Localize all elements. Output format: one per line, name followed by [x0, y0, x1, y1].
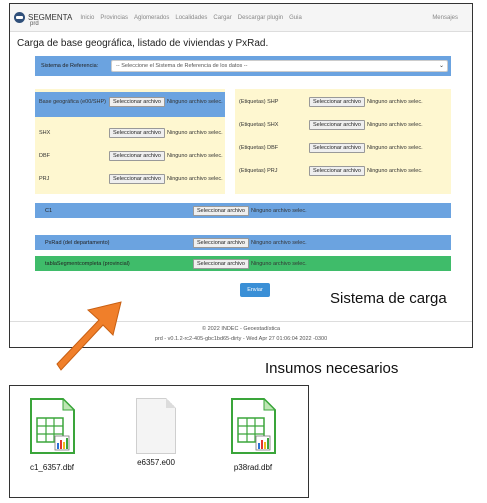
arrow-up-right-icon: [56, 301, 122, 371]
file-item-p38rad[interactable]: p38rad.dbf: [223, 397, 283, 472]
file-status-etq-prj: Ninguno archivo selec.: [367, 168, 423, 174]
spreadsheet-icon: [30, 397, 76, 454]
file-status-base: Ninguno archivo selec.: [167, 99, 223, 105]
nav-link-provincias[interactable]: Provincias: [100, 15, 128, 21]
generic-file-icon: [136, 398, 176, 454]
reference-system-row: Sistema de Referencia: -- Seleccione el …: [35, 56, 451, 76]
file-label-etq-shp: (Etiquetas) SHP: [239, 98, 279, 105]
file-status-etq-shp: Ninguno archivo selec.: [367, 99, 423, 105]
pxrad-file-status: Ninguno archivo selec.: [251, 239, 307, 246]
caption-sistema-de-carga: Sistema de carga: [330, 290, 447, 307]
file-button-etq-dbf[interactable]: Seleccionar archivo: [309, 143, 365, 153]
file-status-dbf: Ninguno archivo selec.: [167, 153, 223, 159]
c1-label: C1: [45, 207, 53, 214]
file-label-etq-shx: (Etiquetas) SHX: [239, 121, 279, 128]
pxrad-row: PxRad (del departamento) Seleccionar arc…: [35, 235, 451, 250]
file-row-etq-shx: (Etiquetas) SHX Seleccionar archivo Ning…: [239, 120, 423, 130]
file-button-etq-shx[interactable]: Seleccionar archivo: [309, 120, 365, 130]
submit-button[interactable]: Enviar: [240, 283, 270, 297]
file-label-prj: PRJ: [39, 175, 50, 182]
file-row-etq-dbf: (Etiquetas) DBF Seleccionar archivo Ning…: [239, 143, 423, 153]
file-name-e00: e6357.e00: [137, 458, 175, 467]
nav-link-mensajes[interactable]: Mensajes: [432, 15, 458, 21]
file-row-dbf: DBF Seleccionar archivo Ninguno archivo …: [39, 151, 223, 161]
file-row-prj: PRJ Seleccionar archivo Ninguno archivo …: [39, 174, 223, 184]
file-label-base: Base geográfica (e00/SHP): [39, 98, 106, 105]
file-row-etq-shp: (Etiquetas) SHP Seleccionar archivo Ning…: [239, 97, 423, 107]
file-button-etq-shp[interactable]: Seleccionar archivo: [309, 97, 365, 107]
reference-system-value: -- Seleccione el Sistema de Referencia d…: [116, 63, 248, 69]
file-label-dbf: DBF: [39, 152, 50, 159]
file-status-shx: Ninguno archivo selec.: [167, 130, 223, 136]
c1-row: C1 Seleccionar archivo Ninguno archivo s…: [35, 203, 451, 218]
nav-link-localidades[interactable]: Localidades: [175, 15, 207, 21]
tabla-segment-row: tablaSegmentcompleta (provincial) Selecc…: [35, 256, 451, 271]
nav-link-cargar[interactable]: Cargar: [213, 15, 231, 21]
chevron-down-icon: ⌄: [438, 63, 444, 69]
file-button-etq-prj[interactable]: Seleccionar archivo: [309, 166, 365, 176]
file-button-prj[interactable]: Seleccionar archivo: [109, 174, 165, 184]
file-status-etq-dbf: Ninguno archivo selec.: [367, 145, 423, 151]
file-status-etq-shx: Ninguno archivo selec.: [367, 122, 423, 128]
nav-link-guia[interactable]: Guia: [289, 15, 302, 21]
reference-system-select[interactable]: -- Seleccione el Sistema de Referencia d…: [111, 60, 448, 72]
file-label-shx: SHX: [39, 129, 51, 136]
reference-system-label: Sistema de Referencia:: [41, 62, 99, 69]
file-name-c1: c1_6357.dbf: [29, 463, 75, 472]
c1-file-button[interactable]: Seleccionar archivo: [193, 205, 249, 216]
pxrad-file-button[interactable]: Seleccionar archivo: [193, 237, 249, 248]
pxrad-label: PxRad (del departamento): [45, 239, 110, 246]
file-row-shx: SHX Seleccionar archivo Ninguno archivo …: [39, 128, 223, 138]
tabla-segment-label: tablaSegmentcompleta (provincial): [45, 260, 130, 267]
tabla-segment-file-button[interactable]: Seleccionar archivo: [193, 258, 249, 269]
brand-sub: prd: [30, 21, 39, 27]
spreadsheet-icon: [231, 397, 277, 454]
file-name-p38rad: p38rad.dbf: [233, 463, 273, 472]
file-button-shx[interactable]: Seleccionar archivo: [109, 128, 165, 138]
nav-link-aglomerados[interactable]: Aglomerados: [134, 15, 169, 21]
navbar: SEGMENTA prd Inicio Provincias Aglomerad…: [10, 4, 472, 32]
geo-files-left-column: Base geográfica (e00/SHP) Seleccionar ar…: [35, 89, 225, 194]
file-row-base: Base geográfica (e00/SHP) Seleccionar ar…: [39, 97, 223, 107]
file-button-dbf[interactable]: Seleccionar archivo: [109, 151, 165, 161]
page-title: Carga de base geográfica, listado de viv…: [17, 38, 269, 49]
file-label-etq-prj: (Etiquetas) PRJ: [239, 167, 278, 174]
nav-link-inicio[interactable]: Inicio: [80, 15, 94, 21]
geo-files-right-column: (Etiquetas) SHP Seleccionar archivo Ning…: [235, 89, 451, 194]
file-button-base[interactable]: Seleccionar archivo: [109, 97, 165, 107]
file-label-etq-dbf: (Etiquetas) DBF: [239, 144, 279, 151]
caption-insumos-necesarios: Insumos necesarios: [265, 360, 399, 377]
input-files-box: c1_6357.dbf e6357.e00 p38rad.dbf: [9, 385, 309, 498]
geo-files-panel: Base geográfica (e00/SHP) Seleccionar ar…: [35, 89, 451, 194]
indec-logo-icon: [14, 12, 25, 23]
file-item-c1[interactable]: c1_6357.dbf: [22, 397, 82, 472]
c1-file-status: Ninguno archivo selec.: [251, 207, 307, 214]
file-item-e00[interactable]: e6357.e00: [126, 398, 186, 467]
tabla-segment-file-status: Ninguno archivo selec.: [251, 260, 307, 267]
nav-link-descargar-plugin[interactable]: Descargar plugin: [238, 15, 283, 21]
brand[interactable]: SEGMENTA: [14, 12, 72, 23]
file-status-prj: Ninguno archivo selec.: [167, 176, 223, 182]
file-row-etq-prj: (Etiquetas) PRJ Seleccionar archivo Ning…: [239, 166, 423, 176]
